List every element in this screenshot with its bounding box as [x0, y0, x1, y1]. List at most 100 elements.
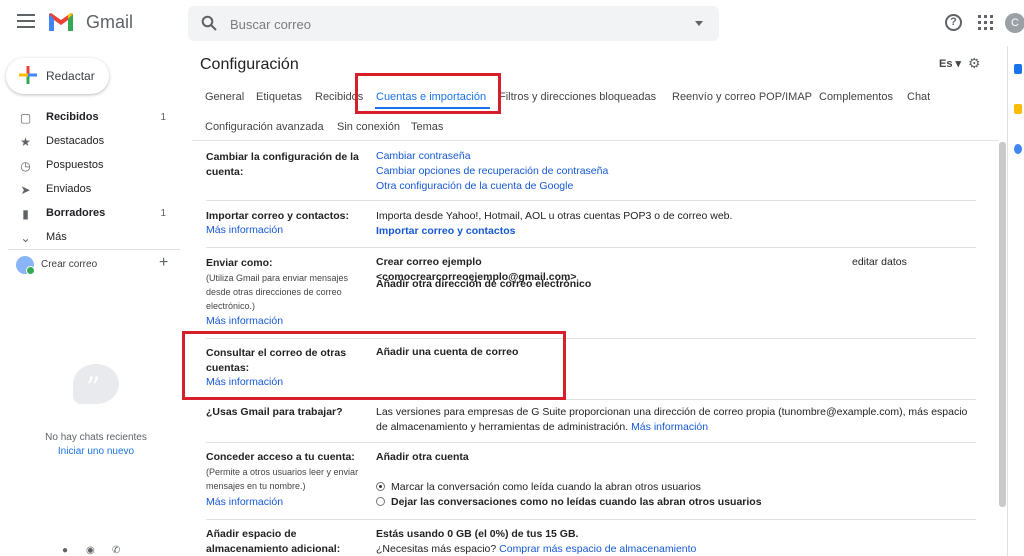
storage-usage-text: Estás usando 0 GB (el 0%) de tus 15 GB. — [376, 528, 579, 540]
sidebar-item-label: Borradores — [46, 207, 106, 219]
tab-filters[interactable]: Filtros y direcciones bloqueadas — [499, 91, 656, 103]
avatar — [16, 256, 35, 275]
row-label: Añadir espacio de almacenamiento adicion… — [206, 528, 341, 555]
send-as-description: (Utiliza Gmail para enviar mensajes desd… — [206, 273, 349, 311]
search-icon[interactable] — [201, 15, 217, 31]
edit-info-link[interactable]: editar datos — [852, 255, 907, 270]
tab-advanced[interactable]: Configuración avanzada — [205, 121, 324, 133]
settings-row-work: ¿Usas Gmail para trabajar? Las versiones… — [206, 400, 976, 443]
radio-unselected[interactable] — [376, 497, 385, 506]
tasks-icon[interactable] — [1014, 144, 1022, 154]
gmail-logo[interactable] — [47, 11, 75, 33]
sidebar-item-label: Destacados — [46, 135, 105, 147]
settings-row-change-account: Cambiar la configuración de la cuenta: C… — [206, 141, 976, 201]
compose-button[interactable]: Redactar — [6, 58, 109, 94]
language-selector[interactable]: Es ▾ — [939, 57, 961, 70]
send-as-title: Enviar como: — [206, 257, 273, 269]
buy-storage-link[interactable]: Comprar más espacio de almacenamiento — [499, 543, 696, 555]
tab-chat[interactable]: Chat — [907, 91, 930, 103]
start-new-chat-link[interactable]: Iniciar uno nuevo — [0, 446, 192, 457]
storage-usage: Estás usando 0 GB (el 0%) de tus 15 GB. — [376, 527, 578, 542]
row-value: Cambiar contraseña Cambiar opciones de r… — [376, 149, 608, 194]
radio-selected[interactable] — [376, 482, 385, 491]
import-mail-link[interactable]: Importar correo y contactos — [376, 224, 732, 239]
star-icon: ★ — [20, 135, 31, 149]
bottom-toolbar: ● ◉ ✆ — [58, 545, 128, 556]
sidebar-item-label: Pospuestos — [46, 159, 104, 171]
unread-count: 1 — [160, 112, 166, 123]
hangouts-user-name: Crear correo — [41, 259, 98, 270]
sidebar-item-more[interactable]: ⌄ Más — [0, 227, 180, 251]
sidebar-item-sent[interactable]: ➤ Enviados — [0, 179, 180, 203]
sidebar-item-starred[interactable]: ★ Destacados — [0, 131, 180, 155]
more-info-link[interactable]: Más información — [631, 421, 708, 433]
add-another-account-link[interactable]: Añadir otra cuenta — [376, 450, 469, 465]
add-email-address-link[interactable]: Añadir otra dirección de correo electrón… — [376, 277, 591, 292]
row-label: Enviar como: (Utiliza Gmail para enviar … — [206, 256, 366, 313]
top-bar: Gmail ? C — [0, 0, 1024, 46]
settings-row-grant-access: Conceder acceso a tu cuenta: (Permite a … — [206, 443, 976, 520]
main-menu-button[interactable] — [17, 14, 35, 28]
help-icon[interactable]: ? — [945, 14, 962, 31]
divider — [8, 249, 180, 250]
more-info-link[interactable]: Más información — [206, 496, 283, 508]
person-icon[interactable]: ● — [62, 545, 68, 556]
account-avatar[interactable]: C — [1005, 13, 1024, 33]
send-icon: ➤ — [20, 183, 31, 197]
leave-unread-label: Dejar las conversaciones como no leídas … — [391, 496, 762, 508]
tab-offline[interactable]: Sin conexión — [337, 121, 400, 133]
leave-unread-option[interactable]: Dejar las conversaciones como no leídas … — [376, 495, 762, 510]
inbox-icon: ▢ — [19, 111, 32, 125]
highlight-box — [355, 73, 501, 114]
mark-read-option[interactable]: Marcar la conversación como leída cuando… — [376, 480, 701, 495]
tab-forwarding[interactable]: Reenvío y correo POP/IMAP — [672, 91, 812, 103]
gear-icon[interactable]: ⚙ — [968, 55, 981, 72]
row-value: Importa desde Yahoo!, Hotmail, AOL u otr… — [376, 209, 732, 239]
sidebar-item-label: Más — [46, 231, 67, 243]
tab-general[interactable]: General — [205, 91, 244, 103]
change-password-link[interactable]: Cambiar contraseña — [376, 149, 608, 164]
settings-row-import: Importar correo y contactos: Más informa… — [206, 201, 976, 248]
sidebar-item-drafts[interactable]: ▮ Borradores 1 — [0, 203, 180, 227]
phone-icon[interactable]: ✆ — [112, 545, 120, 556]
sidebar-item-snoozed[interactable]: ◷ Pospuestos — [0, 155, 180, 179]
keep-icon[interactable] — [1014, 104, 1022, 114]
app-name: Gmail — [86, 12, 134, 32]
quote-icon: ” — [86, 371, 101, 404]
no-chats-text: No hay chats recientes — [45, 432, 147, 443]
sidebar-nav: ▢ Recibidos 1 ★ Destacados ◷ Pospuestos … — [0, 107, 180, 251]
scrollbar[interactable] — [999, 142, 1006, 507]
more-info-link[interactable]: Más información — [206, 224, 283, 236]
sidebar-item-label: Enviados — [46, 183, 92, 195]
tab-addons[interactable]: Complementos — [819, 91, 893, 103]
more-info-link[interactable]: Más información — [206, 315, 283, 327]
chevron-down-icon: ⌄ — [20, 231, 31, 245]
draft-count: 1 — [160, 208, 166, 219]
highlight-box — [182, 331, 566, 400]
hangouts-user[interactable]: Crear correo + — [16, 254, 180, 275]
row-label: ¿Usas Gmail para trabajar? — [206, 406, 343, 418]
search-options-icon[interactable] — [695, 21, 703, 26]
plus-icon — [19, 66, 37, 84]
row-label: Cambiar la configuración de la cuenta: — [206, 151, 359, 178]
page-title: Configuración — [200, 56, 299, 73]
tab-themes[interactable]: Temas — [411, 121, 443, 133]
search-bar[interactable] — [188, 6, 719, 41]
draft-icon: ▮ — [22, 207, 29, 221]
tab-labels[interactable]: Etiquetas — [256, 91, 302, 103]
language-label: Es — [939, 58, 953, 70]
clock-icon: ◷ — [20, 159, 31, 173]
change-recovery-link[interactable]: Cambiar opciones de recuperación de cont… — [376, 164, 608, 179]
row-label: Conceder acceso a tu cuenta: (Permite a … — [206, 450, 371, 493]
grant-access-title: Conceder acceso a tu cuenta: — [206, 451, 355, 463]
calendar-icon[interactable] — [1014, 64, 1022, 74]
search-input[interactable] — [230, 13, 670, 35]
hangouts-icon[interactable]: ◉ — [86, 545, 95, 556]
new-chat-icon[interactable]: + — [159, 254, 168, 272]
google-account-settings-link[interactable]: Otra configuración de la cuenta de Googl… — [376, 179, 608, 194]
import-description: Importa desde Yahoo!, Hotmail, AOL u otr… — [376, 210, 733, 222]
sidebar-item-inbox[interactable]: ▢ Recibidos 1 — [0, 107, 180, 131]
storage-question: ¿Necesitas más espacio? — [376, 543, 497, 555]
grant-access-description: (Permite a otros usuarios leer y enviar … — [206, 467, 359, 491]
apps-grid-icon[interactable] — [978, 15, 993, 30]
